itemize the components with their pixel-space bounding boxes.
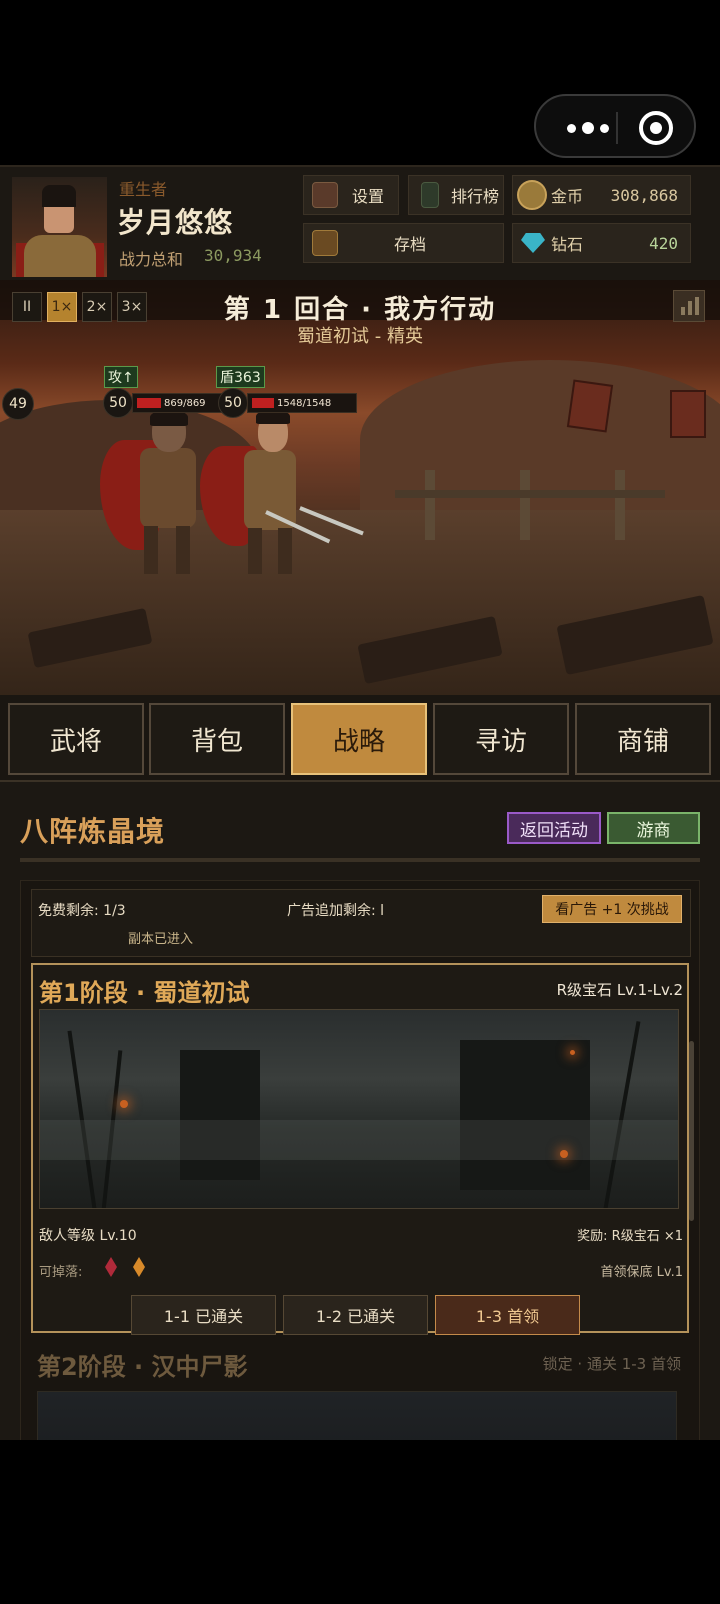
ruined-tower	[180, 1050, 260, 1180]
diamond-label: 钻石	[551, 235, 584, 254]
unit-hp-text: 1548/1548	[277, 397, 332, 409]
tab-recruit[interactable]: 寻访	[433, 703, 569, 775]
diamond-icon	[521, 233, 545, 253]
battle-stats-button[interactable]	[673, 290, 705, 322]
war-banner	[670, 390, 706, 438]
gold-label: 金币	[551, 187, 584, 206]
fire-glow	[560, 1150, 568, 1158]
stage-2-title: 第2阶段 · 汉中尸影	[37, 1353, 248, 1381]
stage-2-artwork	[37, 1391, 677, 1440]
tab-shop[interactable]: 商铺	[575, 703, 711, 775]
diamond-display: 钻石 420	[512, 223, 691, 263]
power-value: 30,934	[204, 246, 262, 265]
stage-reward: 奖励: R级宝石 ×1	[577, 1229, 683, 1244]
dungeon-entered-status: 副本已进入	[128, 932, 194, 947]
level-1-1-button[interactable]: 1-1 已通关	[131, 1295, 276, 1335]
section-title: 八阵炼晶境	[20, 815, 166, 848]
war-banner	[566, 379, 614, 433]
battle-scene: II 1× 2× 3× 第 1 回合 · 我方行动 蜀道初试 - 精英 49 攻…	[0, 280, 720, 695]
turn-indicator: 第 1 回合 · 我方行动	[223, 295, 497, 325]
battle-stage-name: 蜀道初试 - 精英	[297, 326, 423, 347]
fence-rail	[395, 490, 665, 498]
fence-post	[520, 470, 530, 540]
action-counter: 49	[2, 388, 34, 420]
mini-program-top-bar	[0, 0, 720, 165]
stage-2-lock-status: 锁定 · 通关 1-3 首领	[542, 1355, 681, 1373]
player-role: 重生者	[119, 180, 168, 199]
boss-guarantee: 首领保底 Lv.1	[600, 1265, 683, 1280]
unit-level-badge: 50	[103, 388, 133, 418]
unit-hp-bar: 869/869	[132, 393, 222, 413]
scrollbar[interactable]	[689, 1041, 694, 1221]
red-gem-icon	[105, 1257, 117, 1277]
watch-ad-button[interactable]: 看广告 +1 次挑战	[542, 895, 682, 923]
capsule-divider	[616, 112, 618, 144]
level-1-3-boss-button[interactable]: 1-3 首领	[435, 1295, 580, 1335]
strategy-panel: 八阵炼晶境 返回活动 游商 免费剩余: 1/3 广告追加剩余: l 副本已进入 …	[0, 780, 720, 1440]
fire-glow	[120, 1100, 128, 1108]
fog	[40, 1120, 678, 1160]
mini-program-capsule	[534, 94, 696, 158]
orange-gem-icon	[133, 1257, 145, 1277]
gold-display: 金币 308,868	[512, 175, 691, 215]
stage-1-artwork	[39, 1009, 679, 1209]
save-label: 存档	[394, 235, 427, 254]
fire-glow	[570, 1050, 575, 1055]
ad-remaining: 广告追加剩余: l	[287, 903, 385, 919]
challenge-info: 免费剩余: 1/3 广告追加剩余: l 副本已进入 看广告 +1 次挑战	[31, 889, 691, 957]
tower-icon	[421, 182, 439, 208]
level-1-2-button[interactable]: 1-2 已通关	[283, 1295, 428, 1335]
player-name: 岁月悠悠	[117, 206, 234, 239]
shield-buff-badge: 盾363	[216, 366, 265, 388]
settings-button[interactable]: 设置	[303, 175, 399, 215]
return-activity-button[interactable]: 返回活动	[507, 812, 601, 844]
unit-hp-bar: 1548/1548	[247, 393, 357, 413]
settings-icon	[312, 182, 338, 208]
power-label: 战力总和	[119, 250, 184, 269]
free-remaining: 免费剩余: 1/3	[38, 903, 126, 919]
title-divider	[20, 858, 700, 862]
enemy-level: 敌人等级 Lv.10	[39, 1228, 137, 1244]
stage-1-title: 第1阶段 · 蜀道初试	[39, 979, 250, 1007]
player-header: 重生者 岁月悠悠 战力总和 30,934 设置 排行榜 金币 308,868 存…	[0, 165, 720, 280]
tab-strategy[interactable]: 战略	[291, 703, 427, 775]
settings-label: 设置	[352, 187, 385, 206]
fence-post	[615, 470, 625, 540]
save-button[interactable]: 存档	[303, 223, 504, 263]
diamond-value: 420	[649, 233, 678, 253]
tab-backpack[interactable]: 背包	[149, 703, 285, 775]
player-avatar[interactable]	[12, 177, 107, 277]
ranking-button[interactable]: 排行榜	[408, 175, 504, 215]
ally-warrior-2[interactable]	[200, 410, 370, 580]
merchant-button[interactable]: 游商	[607, 812, 700, 844]
close-mini-program-icon[interactable]	[639, 111, 673, 145]
drops-label: 可掉落:	[39, 1265, 83, 1280]
attack-buff-badge: 攻↑	[104, 366, 138, 388]
ruined-fort	[460, 1040, 590, 1190]
unit-level-badge: 50	[218, 388, 248, 418]
gold-value: 308,868	[610, 185, 678, 205]
chest-icon	[312, 230, 338, 256]
stage-1-card[interactable]: 第1阶段 · 蜀道初试 R级宝石 Lv.1-Lv.2 敌人等级 Lv.10 奖励…	[31, 963, 689, 1335]
bottom-safe-area	[0, 1440, 720, 1604]
unit-hp-text: 869/869	[164, 397, 206, 409]
coin-icon	[517, 180, 547, 210]
main-nav: 武将 背包 战略 寻访 商铺	[0, 695, 720, 780]
dead-tree	[603, 1021, 641, 1208]
dungeon-panel: 免费剩余: 1/3 广告追加剩余: l 副本已进入 看广告 +1 次挑战 第1阶…	[20, 880, 700, 1440]
stage-1-reward-range: R级宝石 Lv.1-Lv.2	[556, 981, 683, 999]
ranking-label: 排行榜	[451, 187, 500, 206]
tab-generals[interactable]: 武将	[8, 703, 144, 775]
more-options-icon[interactable]	[558, 114, 618, 142]
fence-post	[425, 470, 435, 540]
